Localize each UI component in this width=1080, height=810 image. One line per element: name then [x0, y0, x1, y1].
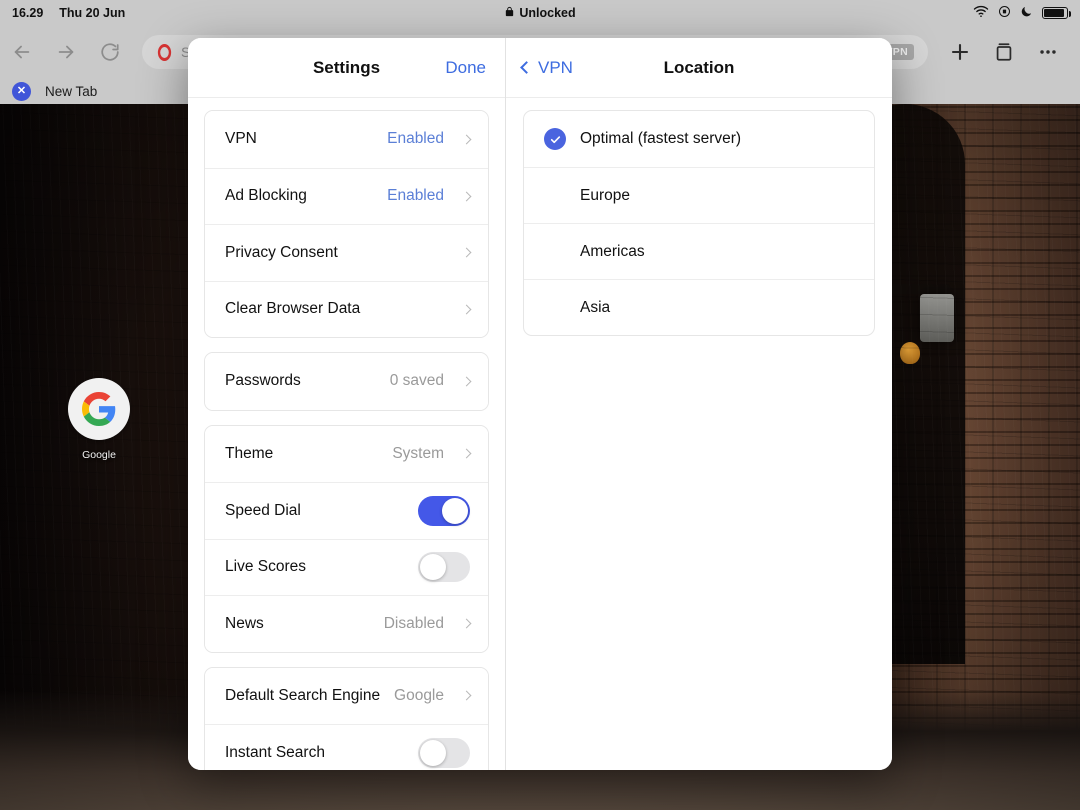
back-button-label: VPN — [538, 57, 573, 77]
location-option-label: Optimal (fastest server) — [580, 130, 742, 147]
location-options-group: Optimal (fastest server) Europe Americas As… — [523, 110, 875, 336]
settings-header: Settings Done — [188, 38, 505, 98]
status-center-label: Unlocked — [519, 6, 576, 20]
chevron-right-icon — [461, 690, 472, 701]
settings-pane: Settings Done VPN Enabled Ad Blocking Enabl… — [188, 38, 506, 770]
settings-row-label: Ad Blocking — [225, 187, 307, 205]
location-option-label: Asia — [580, 298, 611, 316]
chevron-right-icon — [461, 134, 472, 145]
settings-row-value: Google — [394, 686, 444, 704]
speed-dial-label: Google — [82, 449, 116, 461]
settings-row-label: Live Scores — [225, 558, 306, 576]
battery-icon — [1042, 7, 1072, 19]
settings-row-label: Default Search Engine — [225, 686, 381, 704]
check-icon — [544, 128, 566, 150]
settings-row-label: Theme — [225, 444, 274, 462]
close-tab-icon[interactable]: ✕ — [12, 81, 31, 101]
forward-arrow-icon[interactable] — [44, 30, 88, 74]
settings-row-privacy-consent[interactable]: Privacy Consent — [205, 224, 488, 281]
toggle-switch[interactable] — [418, 737, 470, 768]
settings-row-default-search-engine[interactable]: Default Search Engine Google — [205, 667, 488, 724]
settings-group: Default Search Engine Google Instant Searc… — [204, 666, 489, 770]
settings-row-value: System — [392, 444, 444, 462]
settings-row-label: Instant Search — [225, 743, 325, 761]
more-options-icon[interactable] — [1026, 30, 1070, 74]
tab-stack-icon[interactable] — [982, 30, 1026, 74]
settings-row-vpn[interactable]: VPN Enabled — [205, 111, 488, 168]
settings-row-value: 0 saved — [389, 372, 444, 390]
location-header: VPN Location — [506, 38, 892, 98]
settings-row-theme[interactable]: Theme System — [205, 425, 488, 482]
location-option-europe[interactable]: Europe — [524, 167, 874, 223]
settings-row-label: Privacy Consent — [225, 243, 338, 261]
toggle-knob — [442, 497, 468, 524]
chevron-right-icon — [461, 191, 472, 202]
settings-row-news[interactable]: News Disabled — [205, 595, 488, 652]
settings-modal: Settings Done VPN Enabled Ad Blocking Enabl… — [188, 38, 892, 770]
settings-group: Passwords 0 saved — [204, 352, 489, 411]
chevron-right-icon — [461, 618, 472, 629]
location-pane: VPN Location Optimal (fastest server) Eur… — [506, 38, 892, 770]
speed-dial-item-google[interactable]: Google — [68, 378, 130, 461]
chevron-right-icon — [461, 376, 472, 387]
settings-row-clear-browser-data[interactable]: Clear Browser Data — [205, 280, 488, 337]
settings-row-passwords[interactable]: Passwords 0 saved — [205, 353, 488, 410]
plus-icon[interactable] — [938, 30, 982, 74]
chevron-right-icon — [461, 247, 472, 258]
toggle-knob — [420, 554, 446, 581]
check-placeholder — [544, 241, 566, 263]
reload-icon[interactable] — [88, 30, 132, 74]
settings-row-instant-search[interactable]: Instant Search — [205, 724, 488, 770]
settings-group: VPN Enabled Ad Blocking Enabled Privacy Cons… — [204, 110, 489, 338]
location-option-label: Europe — [580, 186, 630, 204]
settings-row-label: VPN — [225, 130, 257, 148]
settings-row-label: News — [225, 614, 264, 632]
settings-group: Theme System Speed Dial Live Scores News Disa… — [204, 424, 489, 653]
settings-row-value: Enabled — [387, 187, 444, 205]
toggle-switch[interactable] — [418, 552, 470, 583]
settings-row-value: Disabled — [383, 614, 444, 632]
status-bar-center: Unlocked — [0, 5, 1080, 21]
back-to-vpn-button[interactable]: VPN — [520, 57, 573, 78]
location-option-americas[interactable]: Americas — [524, 223, 874, 279]
tab-new-tab[interactable]: ✕ New Tab — [12, 81, 98, 101]
opera-logo-icon — [157, 43, 172, 61]
settings-row-label: Clear Browser Data — [225, 300, 361, 318]
toggle-knob — [420, 739, 446, 766]
settings-row-value: Enabled — [387, 130, 444, 148]
settings-row-label: Passwords — [225, 372, 301, 390]
chevron-left-icon — [520, 61, 533, 74]
settings-row-speed-dial[interactable]: Speed Dial — [205, 482, 488, 539]
chevron-right-icon — [461, 304, 472, 315]
check-placeholder — [544, 185, 566, 207]
google-logo-icon — [68, 378, 130, 440]
toggle-switch[interactable] — [418, 495, 470, 526]
settings-row-live-scores[interactable]: Live Scores — [205, 538, 488, 595]
location-option-optimal-fastest-server[interactable]: Optimal (fastest server) — [524, 111, 874, 167]
check-placeholder — [544, 297, 566, 319]
lock-icon — [504, 5, 515, 21]
location-list-body: Optimal (fastest server) Europe Americas As… — [506, 98, 892, 770]
done-button[interactable]: Done — [445, 58, 486, 78]
settings-list: VPN Enabled Ad Blocking Enabled Privacy Cons… — [188, 98, 505, 770]
back-arrow-icon[interactable] — [0, 30, 44, 74]
chevron-right-icon — [461, 448, 472, 459]
location-option-label: Americas — [580, 242, 645, 260]
tab-title: New Tab — [45, 83, 98, 99]
settings-row-ad-blocking[interactable]: Ad Blocking Enabled — [205, 167, 488, 224]
system-status-bar: 16.29 Thu 20 Jun Unlocked — [0, 0, 1080, 26]
settings-row-label: Speed Dial — [225, 501, 301, 519]
location-option-asia[interactable]: Asia — [524, 279, 874, 335]
